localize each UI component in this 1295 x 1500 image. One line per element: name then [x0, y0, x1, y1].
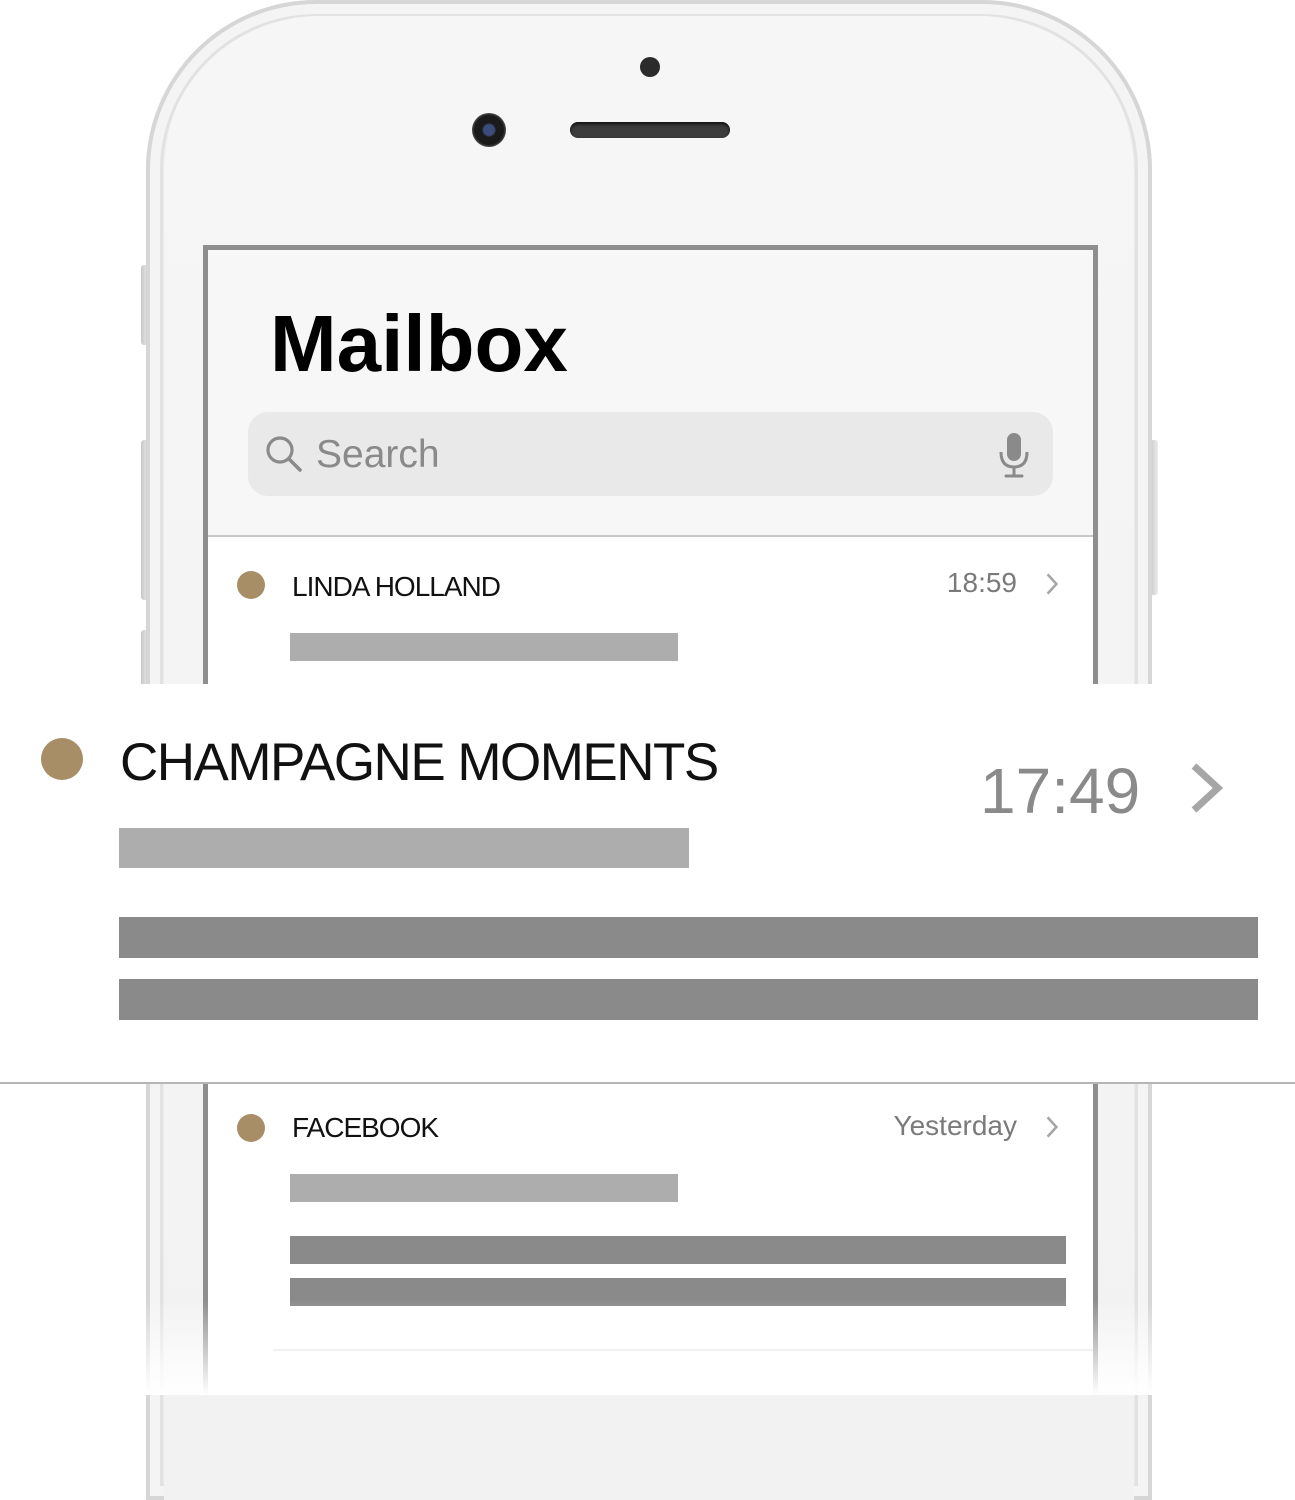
chevron-right-icon: [1191, 763, 1224, 813]
message-sender: FACEBOOK: [292, 1112, 439, 1143]
unread-dot-icon: [237, 1114, 265, 1142]
search-icon: [266, 436, 302, 472]
unread-dot-icon: [237, 571, 265, 599]
message-time: 18:59: [946, 567, 1017, 598]
search-bar[interactable]: [248, 412, 1053, 496]
unread-dot-icon: [41, 738, 83, 780]
mailbox-header: Mailbox: [208, 250, 1093, 537]
message-preview-placeholder: [290, 1236, 1066, 1264]
message-preview-placeholder: [119, 979, 1258, 1020]
message-subject-placeholder: [290, 1174, 678, 1202]
front-camera-icon: [472, 113, 506, 147]
message-subject-placeholder: [290, 633, 678, 661]
message-sender: LINDA HOLLAND: [292, 571, 501, 602]
microphone-icon[interactable]: [998, 432, 1030, 478]
proximity-sensor: [640, 57, 660, 77]
message-row-champagne-moments-magnified[interactable]: CHAMPAGNE MOMENTS 17:49: [0, 684, 1295, 1084]
message-subject-placeholder: [119, 828, 689, 868]
bottom-fade: [0, 1300, 1295, 1395]
chevron-right-icon: [1046, 1116, 1059, 1138]
message-time: 17:49: [980, 755, 1141, 827]
page-title: Mailbox: [270, 299, 568, 388]
message-preview-placeholder: [119, 917, 1258, 958]
message-sender: CHAMPAGNE MOMENTS: [120, 733, 719, 792]
chevron-right-icon: [1046, 573, 1059, 595]
search-input[interactable]: [314, 426, 968, 484]
message-time: Yesterday: [893, 1110, 1018, 1141]
earpiece-speaker: [570, 122, 730, 138]
message-row-linda-holland[interactable]: LINDA HOLLAND 18:59: [208, 537, 1093, 687]
